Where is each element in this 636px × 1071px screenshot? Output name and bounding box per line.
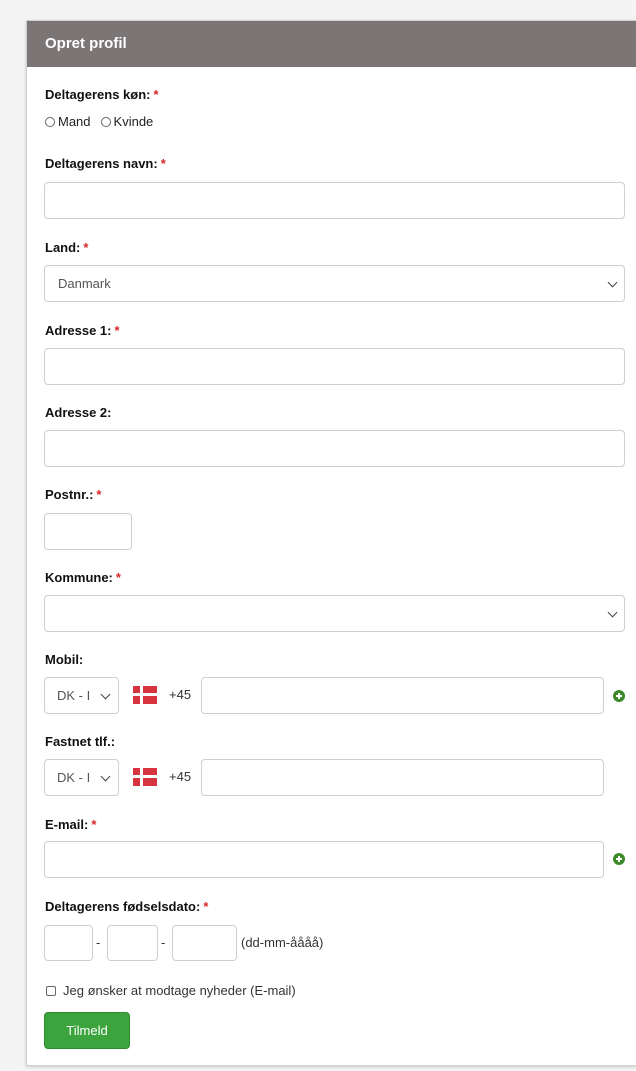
gender-female-radio[interactable]: [100, 116, 111, 127]
country-label: Land: *: [45, 240, 89, 255]
landline-country-code-select[interactable]: DK - I: [44, 759, 119, 796]
email-label: E-mail: *: [45, 817, 97, 832]
gender-label: Deltagerens køn: *: [45, 87, 159, 102]
municipality-label: Kommune: *: [45, 570, 121, 585]
newsletter-checkbox[interactable]: [46, 986, 56, 996]
add-mobile-plus-circle-icon[interactable]: [613, 690, 625, 702]
add-email-plus-circle-icon[interactable]: [613, 853, 625, 865]
gender-male-label: Mand: [58, 114, 91, 129]
mobile-prefix: +45: [169, 687, 192, 702]
birthdate-format-hint: (dd-mm-åååå): [241, 935, 324, 950]
birthdate-label: Deltagerens fødselsdato: *: [45, 899, 209, 914]
country-selected-value: Danmark: [58, 276, 111, 291]
landline-country-code-value: DK - I: [57, 770, 91, 785]
address2-label: Adresse 2:: [45, 405, 112, 420]
postcode-input[interactable]: [44, 513, 132, 550]
landline-input[interactable]: [201, 759, 604, 796]
country-select[interactable]: Danmark: [44, 265, 625, 302]
gender-male-radio[interactable]: [45, 116, 55, 127]
denmark-flag-icon: [133, 686, 157, 704]
chevron-down-icon: [607, 607, 618, 618]
submit-button[interactable]: Tilmeld: [44, 1012, 130, 1049]
address2-input[interactable]: [44, 430, 625, 467]
name-label: Deltagerens navn: *: [45, 156, 166, 171]
newsletter-label: Jeg ønsker at modtage nyheder (E-mail): [63, 983, 296, 998]
name-input[interactable]: [44, 182, 625, 219]
mobile-input[interactable]: [201, 677, 604, 714]
gender-radio-group: Mand Kvinde: [45, 114, 153, 129]
chevron-down-icon: [607, 277, 618, 288]
denmark-flag-icon: [133, 768, 157, 786]
panel-header: Opret profil: [27, 21, 636, 67]
postcode-label: Postnr.: *: [45, 487, 102, 502]
birthdate-year-input[interactable]: [172, 925, 237, 961]
chevron-down-icon: [100, 689, 111, 700]
municipality-select[interactable]: [44, 595, 625, 632]
municipality-selected-value: [45, 606, 58, 621]
chevron-down-icon: [100, 771, 111, 782]
birthdate-separator: -: [96, 935, 101, 950]
create-profile-panel: Opret profil Deltagerens køn: * Mand Kvin…: [26, 20, 636, 1066]
birthdate-separator: -: [161, 935, 166, 950]
landline-label: Fastnet tlf.:: [45, 734, 116, 749]
gender-female-label: Kvinde: [113, 114, 154, 129]
address1-label: Adresse 1: *: [45, 323, 120, 338]
email-input[interactable]: [44, 841, 604, 878]
birthdate-day-input[interactable]: [44, 925, 93, 961]
mobile-label: Mobil:: [45, 652, 84, 667]
address1-input[interactable]: [44, 348, 625, 385]
mobile-country-code-select[interactable]: DK - I: [44, 677, 119, 714]
birthdate-month-input[interactable]: [107, 925, 158, 961]
mobile-country-code-value: DK - I: [57, 688, 91, 703]
landline-prefix: +45: [169, 769, 192, 784]
